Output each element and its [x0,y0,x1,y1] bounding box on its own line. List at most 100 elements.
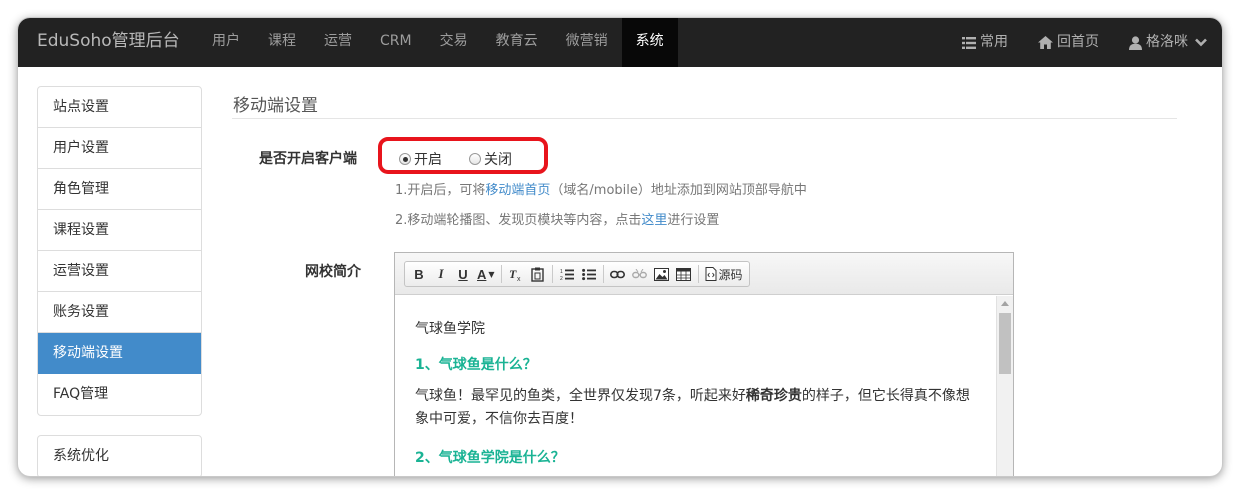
underline-button[interactable]: U [452,263,474,285]
help2-suffix: 进行设置 [667,213,720,228]
sidebar-item-site-settings[interactable]: 站点设置 [38,87,201,128]
unlink-icon [632,268,647,278]
toolbar-separator [602,265,604,283]
main-nav: 用户 课程 运营 CRM 交易 教育云 微营销 系统 [198,18,678,67]
toolbar-separator [500,265,502,283]
editor-paragraph: 气球鱼！最罕见的鱼类，全世界仅发现7条，听起来好稀奇珍贵的样子，但它长得真不像想 [415,385,970,408]
user-icon [1129,35,1142,50]
here-link[interactable]: 这里 [641,213,667,228]
nav-item-users[interactable]: 用户 [198,18,254,67]
image-button[interactable] [651,263,673,285]
scroll-thumb[interactable] [999,313,1011,374]
table-icon [676,267,692,281]
sidebar-item-user-settings[interactable]: 用户设置 [38,128,201,169]
editor-paragraph: 气球鱼学院 [415,321,485,337]
caret-down-icon: ▼ [488,269,495,279]
sidebar-item-role-management[interactable]: 角色管理 [38,169,201,210]
font-color-button[interactable]: A ▼ [474,263,498,285]
link-button[interactable] [607,263,629,285]
editor-bold-text: 稀奇珍贵 [745,388,802,404]
brand-logo[interactable]: EduSoho管理后台 [37,18,180,67]
numbered-list-button[interactable]: 12 [556,263,578,285]
help2-prefix: 2.移动端轮播图、发现页模块等内容，点击 [395,213,642,228]
toolbar-separator [697,265,699,283]
radio-enable-label: 开启 [414,152,442,168]
sidebar-item-mobile-settings[interactable]: 移动端设置 [38,333,201,374]
radio-dot-checked[interactable] [399,153,411,165]
chevron-down-icon [1195,38,1207,47]
unlink-button[interactable] [629,263,651,285]
editor-heading: 1、气球鱼是什么？ [415,357,537,373]
sidebar-group-system: 系统优化 [37,435,202,476]
sidebar-item-account-settings[interactable]: 账务设置 [38,292,201,333]
nav-item-trade[interactable]: 交易 [426,18,482,67]
bullet-list-button[interactable] [578,263,600,285]
sidebar-item-operation-settings[interactable]: 运营设置 [38,251,201,292]
radio-disable[interactable]: 关闭 [469,149,512,169]
common-label: 常用 [980,34,1008,50]
scroll-up-arrow-icon[interactable] [1001,301,1009,306]
remove-format-icon: Tx [509,267,521,281]
nav-right: 常用 回首页 格洛咪 [947,18,1222,67]
sidebar-item-course-settings[interactable]: 课程设置 [38,210,201,251]
rich-text-editor: B I U A ▼ Tx 12 源码 气球鱼学院 1、气球鱼是什么？ 气球鱼！最… [394,252,1014,476]
remove-format-button[interactable]: Tx [505,263,527,285]
user-name: 格洛咪 [1146,34,1188,50]
editor-content[interactable]: 气球鱼学院 1、气球鱼是什么？ 气球鱼！最罕见的鱼类，全世界仅发现7条，听起来好… [395,296,995,476]
font-color-label: A [477,266,487,282]
editor-heading: 2、气球鱼学院是什么？ [415,450,565,466]
home-link[interactable]: 回首页 [1023,18,1114,67]
nav-item-system[interactable]: 系统 [621,18,678,67]
numbered-list-icon: 12 [560,269,574,281]
client-toggle-label: 是否开启客户端 [259,151,357,167]
help1-suffix: （域名/mobile）地址添加到网站顶部导航中 [550,183,807,198]
editor-paragraph: 象中可爱，不信你去百度！ [415,411,583,427]
editor-scrollbar[interactable] [996,296,1013,476]
sidebar-group-settings: 站点设置 用户设置 角色管理 课程设置 运营设置 账务设置 移动端设置 FAQ管… [37,86,202,416]
nav-item-micro-marketing[interactable]: 微营销 [552,18,622,67]
toolbar-separator [551,265,553,283]
top-navbar: EduSoho管理后台 用户 课程 运营 CRM 交易 教育云 微营销 系统 常… [18,18,1222,67]
common-menu[interactable]: 常用 [947,18,1023,67]
radio-enable[interactable]: 开启 [399,149,442,169]
list-icon [962,36,976,49]
title-divider [232,118,1177,119]
paste-text-button[interactable] [527,263,549,285]
bold-button[interactable]: B [408,263,430,285]
help-text-1: 1.开启后，可将移动端首页（域名/mobile）地址添加到网站顶部导航中 [395,179,807,198]
sidebar-item-faq[interactable]: FAQ管理 [38,374,201,415]
home-icon [1038,36,1053,49]
nav-item-crm[interactable]: CRM [366,18,426,67]
app-window: EduSoho管理后台 用户 课程 运营 CRM 交易 教育云 微营销 系统 常… [18,18,1222,476]
editor-text: 气球鱼！最罕见的鱼类，全世界仅发现7条，听起来好 [415,388,746,404]
nav-item-operations[interactable]: 运营 [310,18,366,67]
radio-disable-label: 关闭 [484,152,512,168]
sidebar-item-system-optimize[interactable]: 系统优化 [38,436,201,476]
image-icon [654,267,670,281]
source-label: 源码 [718,267,743,282]
nav-item-edu-cloud[interactable]: 教育云 [482,18,552,67]
svg-text:2: 2 [560,276,563,281]
radio-dot-unchecked[interactable] [469,153,481,165]
help1-prefix: 1.开启后，可将 [395,183,486,198]
svg-text:T: T [509,267,517,281]
bullet-list-icon [581,268,596,280]
help-text-2: 2.移动端轮播图、发现页模块等内容，点击这里进行设置 [395,209,719,228]
svg-text:1: 1 [560,269,563,275]
home-label: 回首页 [1057,34,1099,50]
toolbar-group: B I U A ▼ Tx 12 源码 [404,261,750,287]
page-title: 移动端设置 [233,96,318,116]
clipboard-icon [531,267,544,282]
editor-text: 的样子，但它长得真不像想 [801,388,970,404]
svg-text:x: x [517,276,521,281]
table-button[interactable] [673,263,695,285]
nav-item-courses[interactable]: 课程 [254,18,310,67]
link-icon [610,270,626,278]
mobile-home-link[interactable]: 移动端首页 [485,183,550,198]
user-menu[interactable]: 格洛咪 [1114,18,1222,67]
source-button[interactable]: 源码 [702,263,746,285]
italic-button[interactable]: I [430,263,452,285]
source-icon [705,267,717,281]
intro-label: 网校简介 [305,264,361,280]
editor-toolbar: B I U A ▼ Tx 12 源码 [395,253,1013,295]
